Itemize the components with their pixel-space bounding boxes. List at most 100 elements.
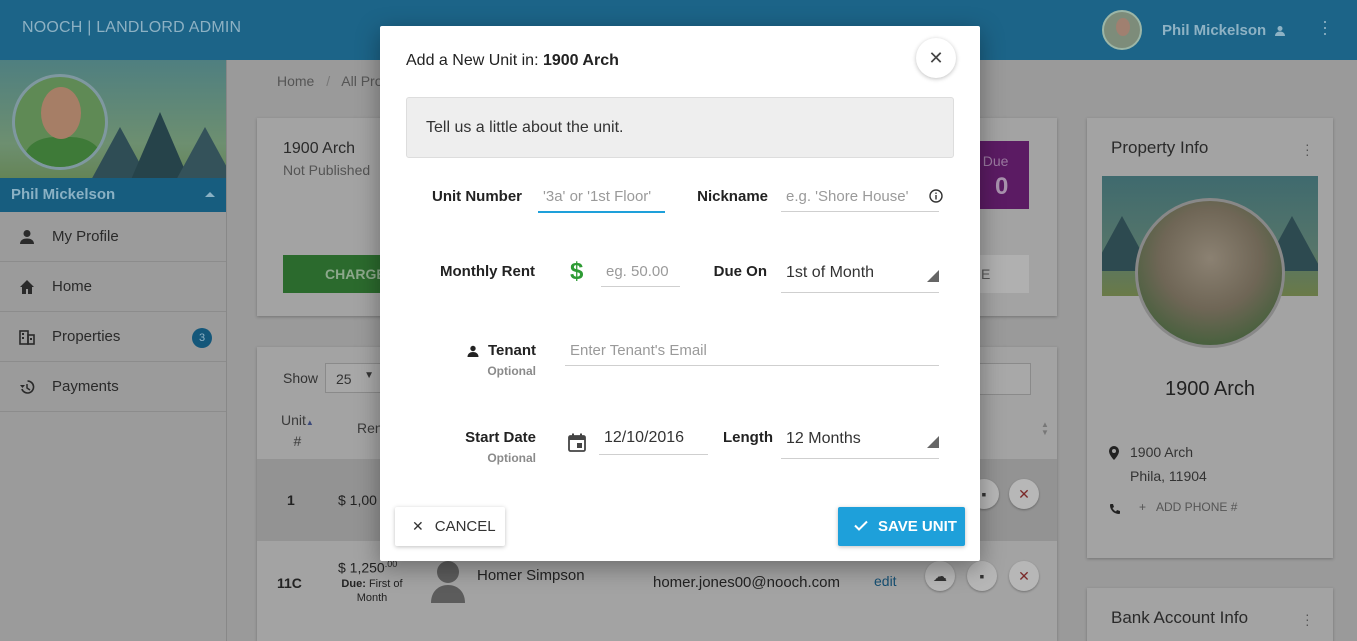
caret-up-icon — [205, 192, 215, 197]
modal-intro-text: Tell us a little about the unit. — [406, 97, 954, 158]
property-info-name: 1900 Arch — [1164, 378, 1256, 400]
delete-button[interactable]: ✕ — [1009, 561, 1039, 591]
close-button[interactable]: ✕ — [916, 38, 956, 78]
more-vert-icon[interactable]: · · · — [1305, 607, 1310, 631]
sidebar-user-toggle[interactable]: Phil Mickelson — [0, 178, 226, 212]
dollar-icon: $ — [570, 258, 584, 285]
sidebar-item-label: Payments — [52, 378, 119, 395]
cloud-upload-icon: ☁ — [933, 567, 947, 584]
length-value: 12 Months — [786, 430, 861, 447]
unit-number-label: Unit Number — [432, 188, 522, 205]
brand-title: NOOCH | LANDLORD ADMIN — [22, 19, 242, 36]
upload-button[interactable]: ☁ — [925, 561, 955, 591]
start-date-input[interactable]: 12/10/2016 — [599, 429, 708, 455]
rent-cell: $ 1,00 — [338, 492, 377, 508]
edit-link[interactable]: edit — [874, 573, 897, 589]
breadcrumb-current[interactable]: All Pro — [341, 73, 382, 89]
sort-both-icon: ▲ ▼ — [1041, 420, 1049, 437]
delete-button[interactable]: ✕ — [1009, 479, 1039, 509]
sidebar-item-label: Home — [52, 278, 93, 295]
dropdown-triangle-icon — [927, 270, 939, 282]
charge-button[interactable]: CHARGE — [283, 255, 393, 293]
start-date-optional-hint: Optional — [487, 451, 536, 465]
add-phone-link[interactable]: + ADD PHONE # — [1139, 500, 1237, 514]
length-select[interactable]: 12 Months — [781, 430, 939, 459]
monthly-rent-input[interactable] — [601, 263, 680, 287]
property-info-title: Property Info — [1111, 138, 1209, 157]
property-address: 1900 Arch Phila, 11904 — [1130, 440, 1207, 488]
unit-cell: 1 — [287, 492, 295, 508]
unit-cell: 11C — [277, 575, 302, 591]
property-photo — [1135, 198, 1285, 348]
save-label: SAVE UNIT — [878, 518, 957, 535]
sidebar-item-properties[interactable]: Properties 3 — [0, 312, 226, 362]
person-icon — [18, 228, 36, 246]
rent-due-note: Due: First of Month — [337, 577, 407, 605]
amount-due-box: t Due 0 — [975, 141, 1029, 209]
top-user-menu[interactable]: Phil Mickelson — [1102, 10, 1286, 50]
show-label: Show — [283, 370, 319, 386]
check-icon — [854, 518, 868, 535]
property-name: 1900 Arch — [283, 140, 356, 157]
breadcrumb-home[interactable]: Home — [277, 73, 314, 89]
sidebar-item-label: Properties — [52, 328, 121, 345]
plus-icon: + — [1139, 500, 1147, 514]
due-on-label: Due On — [713, 263, 767, 280]
column-header-unit[interactable]: Unit▲ # — [281, 411, 314, 450]
breadcrumb: Home / All Pro — [277, 73, 383, 89]
sort-asc-icon: ▲ — [305, 418, 314, 427]
sidebar-item-home[interactable]: Home — [0, 262, 226, 312]
sidebar-item-payments[interactable]: Payments — [0, 362, 226, 412]
unit-number-input[interactable] — [538, 188, 665, 213]
dropdown-triangle-icon — [927, 436, 939, 448]
page-size-select[interactable]: 25 ▼ — [325, 363, 383, 393]
page-size-value: 25 — [336, 371, 352, 387]
start-date-label: Start Date — [465, 429, 536, 446]
due-on-select[interactable]: 1st of Month — [781, 264, 939, 293]
property-action-button[interactable]: E — [975, 255, 1029, 293]
nickname-input[interactable] — [781, 188, 939, 212]
amount-due-value: 0 — [995, 173, 1009, 200]
start-date-value: 12/10/2016 — [604, 429, 685, 446]
more-vert-icon[interactable]: · · · — [1305, 137, 1310, 161]
chat-icon: ▪ — [981, 486, 987, 502]
property-status: Not Published — [283, 162, 371, 178]
tenant-email-input[interactable] — [565, 342, 939, 366]
tenant-avatar-icon — [429, 557, 467, 603]
history-icon — [18, 378, 36, 396]
avatar[interactable] — [1102, 10, 1142, 50]
cancel-label: CANCEL — [434, 518, 496, 535]
rent-amount: $ 1,250 — [338, 559, 385, 576]
location-pin-icon — [1109, 446, 1119, 463]
breadcrumb-separator: / — [326, 73, 331, 89]
top-user-name[interactable]: Phil Mickelson — [1162, 22, 1266, 39]
column-header-unit-line1: Unit — [281, 412, 306, 428]
cancel-button[interactable]: ✕ CANCEL — [395, 507, 505, 546]
sidebar-header: Phil Mickelson — [0, 60, 226, 212]
close-icon: ✕ — [1018, 567, 1030, 584]
chevron-down-icon: ▼ — [364, 370, 374, 381]
properties-count-badge: 3 — [192, 328, 212, 348]
column-header-unit-line2: # — [293, 433, 302, 449]
modal-title: Add a New Unit in: 1900 Arch — [406, 52, 619, 70]
modal-title-prefix: Add a New Unit in: — [406, 52, 539, 69]
column-header-rent[interactable]: Ren — [357, 420, 383, 436]
close-icon: ✕ — [1018, 485, 1030, 502]
tenant-name: Homer Simpson — [477, 567, 585, 584]
tenant-optional-hint: Optional — [487, 364, 536, 378]
sidebar-user-name: Phil Mickelson — [11, 186, 116, 203]
monthly-rent-label: Monthly Rent — [440, 263, 535, 280]
sidebar-item-my-profile[interactable]: My Profile — [0, 212, 226, 262]
bank-account-title: Bank Account Info — [1111, 608, 1249, 627]
due-label: Due: — [341, 578, 366, 590]
add-unit-modal: Add a New Unit in: 1900 Arch ✕ Tell us a… — [380, 26, 980, 561]
save-unit-button[interactable]: SAVE UNIT — [838, 507, 965, 546]
add-phone-label: ADD PHONE # — [1156, 500, 1238, 514]
nickname-label: Nickname — [697, 188, 768, 205]
more-vert-icon[interactable]: · · · — [1322, 12, 1328, 42]
sidebar: Phil Mickelson My Profile Home Propertie… — [0, 60, 227, 641]
info-icon[interactable] — [929, 189, 943, 206]
calendar-icon[interactable] — [568, 433, 586, 455]
table-search-input[interactable] — [977, 363, 1031, 395]
message-button[interactable]: ▪ — [967, 561, 997, 591]
